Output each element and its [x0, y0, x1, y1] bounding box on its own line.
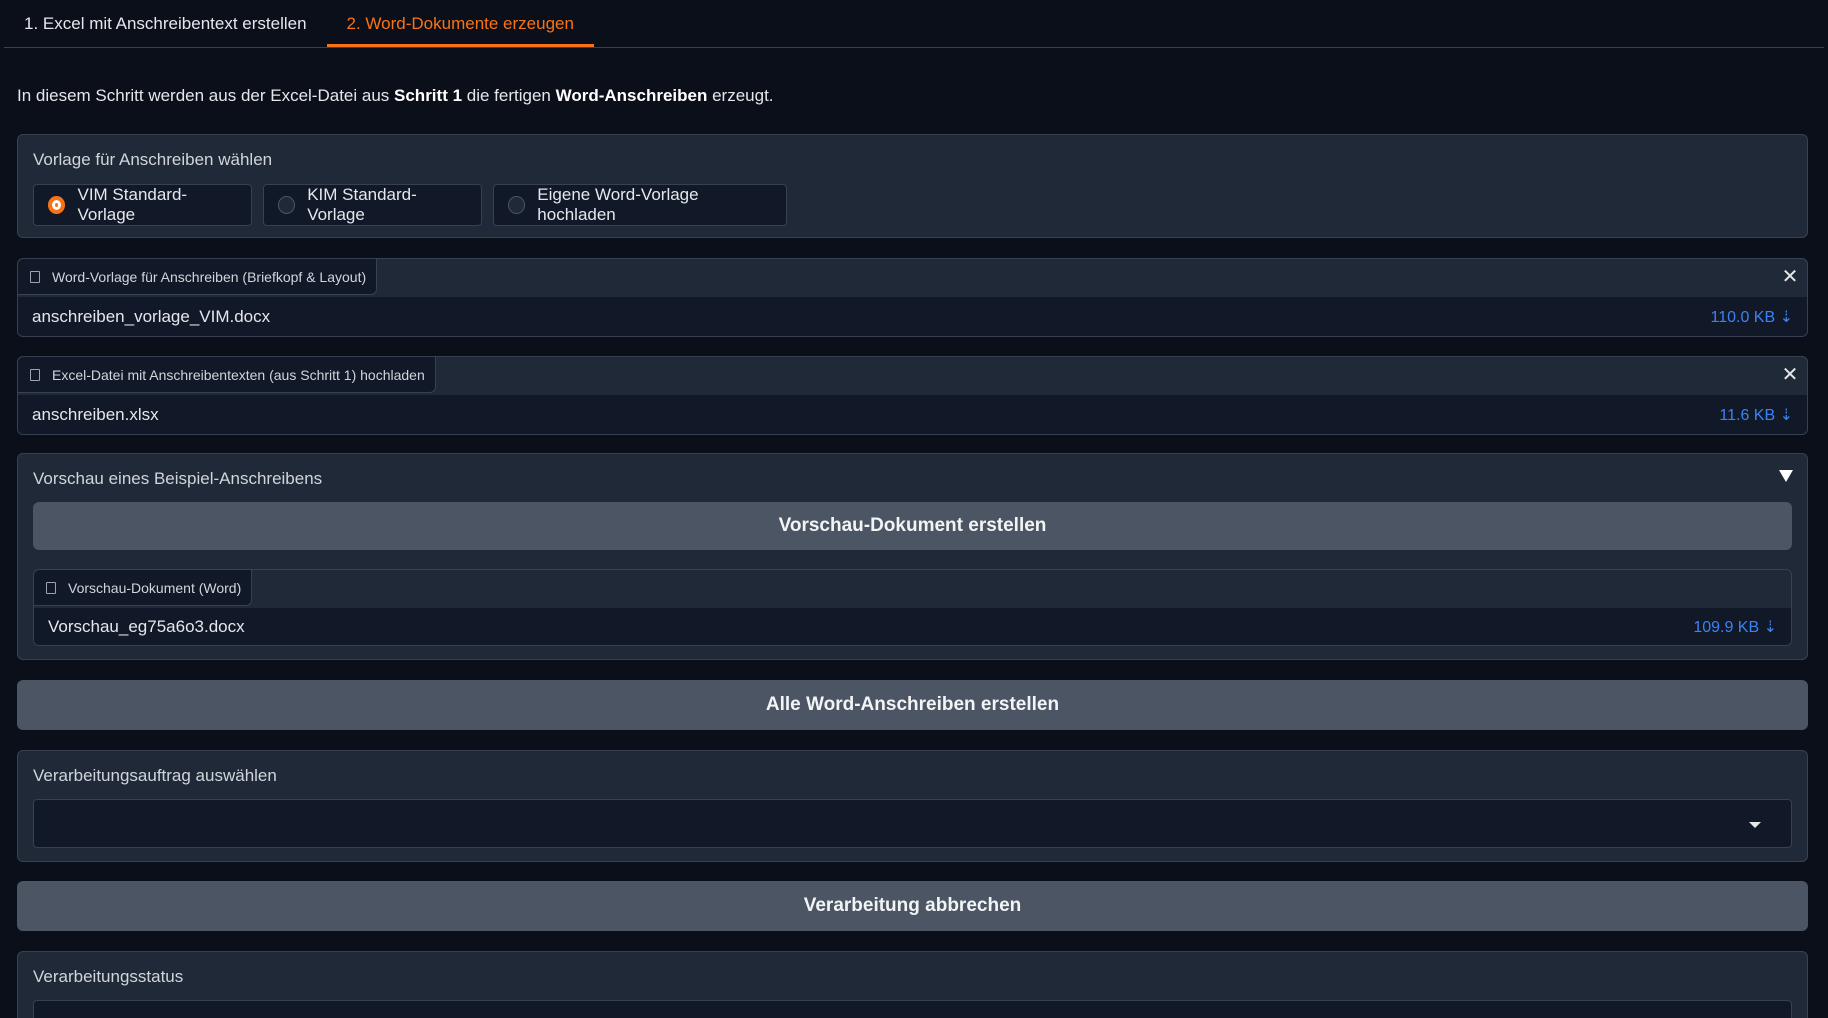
- preview-file-panel: Vorschau-Dokument (Word) Vorschau_eg75a6…: [33, 569, 1792, 646]
- excel-file-panel: Excel-Datei mit Anschreibentexten (aus S…: [17, 356, 1808, 435]
- excel-filename: anschreiben.xlsx: [32, 404, 159, 424]
- radio-checked-icon: [48, 196, 66, 214]
- intro-part3: erzeugt.: [707, 86, 774, 105]
- template-choice-panel: Vorlage für Anschreiben wählen VIM Stand…: [17, 134, 1808, 238]
- intro-text: In diesem Schritt werden aus der Excel-D…: [17, 86, 774, 106]
- file-icon: [46, 581, 56, 594]
- radio-eigene-vorlage[interactable]: Eigene Word-Vorlage hochladen: [493, 184, 787, 226]
- accordion-toggle-icon[interactable]: [1779, 470, 1793, 482]
- status-label: Verarbeitungsstatus: [33, 967, 184, 986]
- radio-vim-label: VIM Standard-Vorlage: [77, 185, 188, 224]
- app-page: 1. Excel mit Anschreibentext erstellen 2…: [0, 0, 1828, 1018]
- intro-part2: die fertigen: [462, 86, 556, 105]
- file-icon: [30, 368, 40, 381]
- job-select-dropdown[interactable]: [33, 799, 1792, 848]
- tab-excel-erstellen[interactable]: 1. Excel mit Anschreibentext erstellen: [4, 1, 327, 47]
- preview-file-row: Vorschau_eg75a6o3.docx 109.9 KB ⇣: [34, 608, 1791, 645]
- radio-unchecked-icon: [508, 196, 526, 214]
- job-select-panel: Verarbeitungsauftrag auswählen: [17, 750, 1808, 862]
- word-template-file-panel: Word-Vorlage für Anschreiben (Briefkopf …: [17, 258, 1808, 337]
- chevron-down-icon: [1749, 822, 1761, 828]
- intro-bold1: Schritt 1: [394, 86, 463, 105]
- radio-unchecked-icon: [278, 196, 296, 214]
- cancel-processing-button[interactable]: Verarbeitung abbrechen: [17, 881, 1808, 931]
- word-template-tag-label: Word-Vorlage für Anschreiben (Briefkopf …: [52, 268, 367, 285]
- close-icon[interactable]: ✕: [1776, 262, 1804, 290]
- intro-part1: In diesem Schritt werden aus der Excel-D…: [17, 86, 395, 105]
- tab-bar: 1. Excel mit Anschreibentext erstellen 2…: [4, 0, 1824, 48]
- create-all-button[interactable]: Alle Word-Anschreiben erstellen: [17, 680, 1808, 730]
- preview-download-link[interactable]: 109.9 KB ⇣: [1693, 617, 1777, 637]
- status-output: [33, 1000, 1792, 1018]
- create-preview-button[interactable]: Vorschau-Dokument erstellen: [33, 502, 1792, 550]
- excel-file-tag: Excel-Datei mit Anschreibentexten (aus S…: [18, 357, 436, 393]
- word-template-file-tag: Word-Vorlage für Anschreiben (Briefkopf …: [18, 259, 378, 295]
- preview-file-tag: Vorschau-Dokument (Word): [34, 570, 253, 606]
- radio-vim-standard[interactable]: VIM Standard-Vorlage: [33, 184, 252, 226]
- preview-tag-label: Vorschau-Dokument (Word): [68, 579, 242, 596]
- radio-kim-standard[interactable]: KIM Standard-Vorlage: [263, 184, 482, 226]
- tab-word-erzeugen[interactable]: 2. Word-Dokumente erzeugen: [326, 1, 594, 47]
- status-panel: Verarbeitungsstatus: [17, 951, 1808, 1018]
- radio-kim-label: KIM Standard-Vorlage: [307, 185, 417, 224]
- word-template-download-link[interactable]: 110.0 KB ⇣: [1711, 307, 1794, 327]
- preview-filename: Vorschau_eg75a6o3.docx: [48, 616, 245, 636]
- radio-eigene-label: Eigene Word-Vorlage hochladen: [537, 185, 699, 224]
- close-icon[interactable]: ✕: [1776, 360, 1804, 388]
- intro-bold2: Word-Anschreiben: [555, 86, 708, 105]
- preview-accordion: Vorschau eines Beispiel-Anschreibens Vor…: [17, 453, 1808, 660]
- word-template-filename: anschreiben_vorlage_VIM.docx: [32, 306, 271, 326]
- file-icon: [30, 270, 40, 283]
- job-select-label: Verarbeitungsauftrag auswählen: [33, 766, 277, 785]
- excel-tag-label: Excel-Datei mit Anschreibentexten (aus S…: [52, 366, 425, 383]
- excel-download-link[interactable]: 11.6 KB ⇣: [1719, 405, 1793, 425]
- template-choice-label: Vorlage für Anschreiben wählen: [33, 150, 273, 169]
- preview-label[interactable]: Vorschau eines Beispiel-Anschreibens: [33, 469, 322, 489]
- word-template-file-row: anschreiben_vorlage_VIM.docx 110.0 KB ⇣: [18, 297, 1807, 336]
- excel-file-row: anschreiben.xlsx 11.6 KB ⇣: [18, 395, 1807, 434]
